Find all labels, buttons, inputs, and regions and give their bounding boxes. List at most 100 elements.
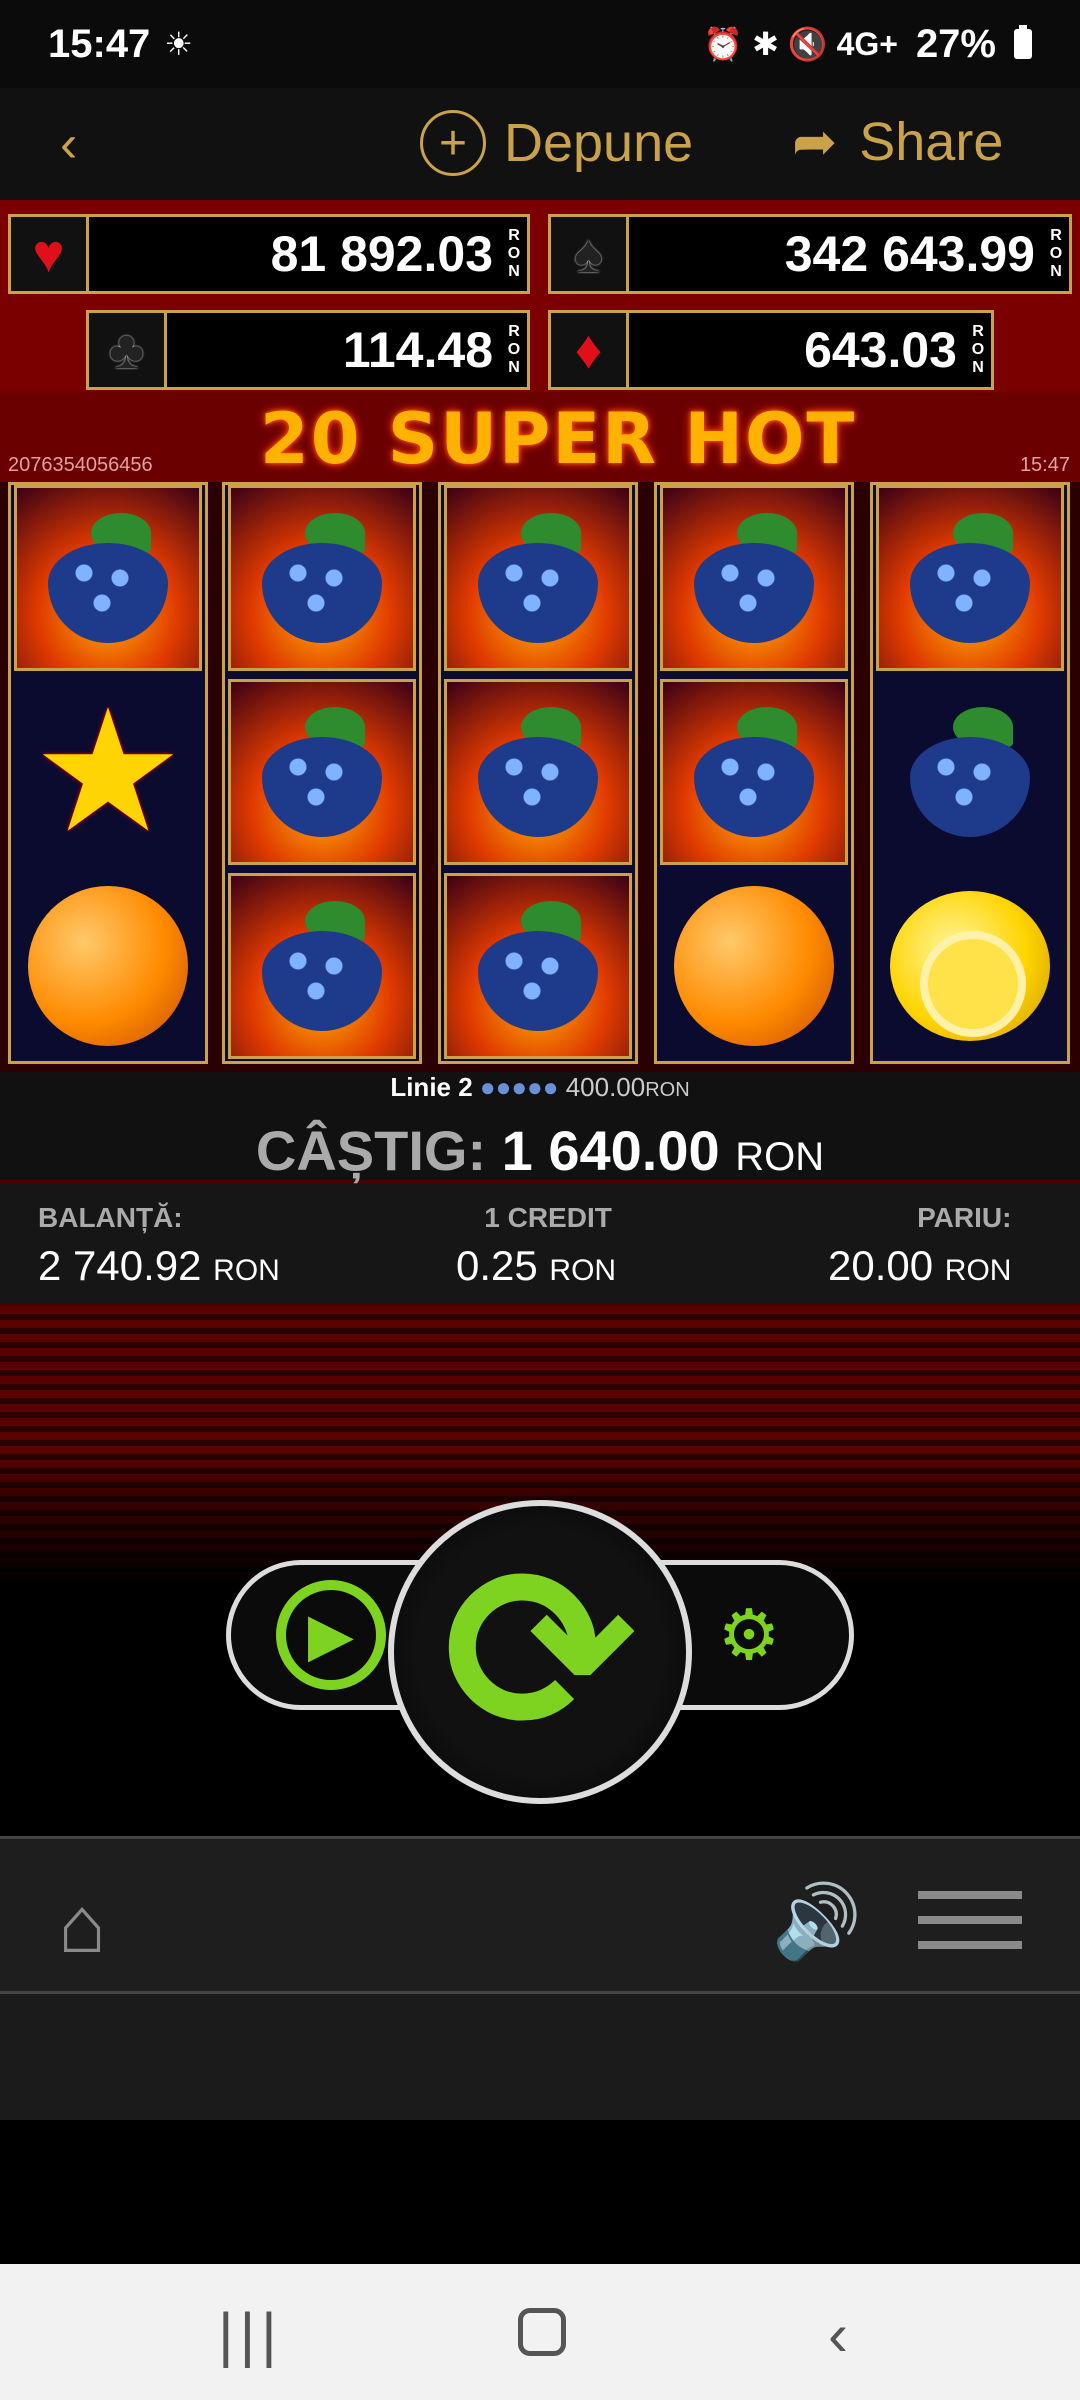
jackpot-diamonds: ♦ 643.03 R O N: [548, 310, 994, 390]
reel-cell: [444, 485, 632, 671]
grape-icon: [247, 513, 397, 643]
gear-icon: ⚙: [717, 1596, 781, 1674]
info-row: BALANȚĂ: 2 740.92 RON 1 CREDIT 0.25 RON …: [0, 1184, 1080, 1304]
spin-button[interactable]: ⟳: [388, 1500, 692, 1804]
jackpot-clubs: ♣ 114.48 R O N: [86, 310, 530, 390]
jackpot-spades: ♠ 342 643.99 R O N: [548, 214, 1072, 294]
game-title: 20 SUPER HOT: [260, 398, 857, 480]
reel-cell: [876, 485, 1064, 671]
grape-icon: [679, 513, 829, 643]
title-row: 20 SUPER HOT: [0, 392, 1080, 482]
battery-percent: 27%: [915, 21, 996, 66]
reel-cell: [228, 679, 416, 865]
balance-currency: RON: [213, 1254, 280, 1287]
credit-label: 1 CREDIT: [484, 1202, 612, 1233]
reel-4: [654, 482, 854, 1064]
bet-value: 20.00: [828, 1242, 934, 1289]
reel-5: [870, 482, 1070, 1064]
jackpot-hearts: ♥ 81 892.03 R O N: [8, 214, 530, 294]
jackpot-spades-value: 342 643.99: [784, 226, 1035, 282]
grape-icon: [247, 901, 397, 1031]
reel-cell: [228, 873, 416, 1059]
jackpot-diamonds-value: 643.03: [804, 322, 957, 378]
win-row: CÂȘTIG: 1 640.00 RON: [0, 1118, 1080, 1182]
star-icon: ★: [31, 677, 185, 867]
reels: ★: [0, 482, 1080, 1072]
jackpot-hearts-value: 81 892.03: [270, 226, 493, 282]
grape-icon: [463, 707, 613, 837]
reel-cell: [660, 485, 848, 671]
deposit-button[interactable]: + Depune: [420, 110, 693, 176]
grape-icon: [247, 707, 397, 837]
spacer-black: [0, 2120, 1080, 2264]
system-home-button[interactable]: [518, 2308, 566, 2356]
grape-icon: [463, 513, 613, 643]
jackpot-currency: R O N: [971, 323, 985, 376]
reel-3: [438, 482, 638, 1064]
controls: ▶ ⚙ ⟳: [0, 1450, 1080, 1840]
deposit-label: Depune: [504, 113, 694, 173]
autoplay-icon: ▶: [276, 1580, 386, 1690]
status-bar: 15:47 ☀ ⏰ ✱ 🔇 4G+ 27%: [0, 0, 1080, 88]
reel-cell: [660, 679, 848, 865]
share-button[interactable]: ➦ Share: [792, 110, 1003, 173]
sound-icon[interactable]: 🔊: [772, 1879, 862, 1964]
win-currency: RON: [735, 1135, 825, 1179]
reel-cell: ★: [14, 677, 202, 867]
back-button[interactable]: ‹: [60, 114, 77, 174]
win-line-info: Linie 2 ●●●●● 400.00RON: [0, 1072, 1080, 1118]
balance-value: 2 740.92: [38, 1242, 202, 1289]
jackpot-currency: R O N: [507, 227, 521, 280]
bet-currency: RON: [944, 1254, 1012, 1287]
bottom-toolbar: ⌂ 🔊: [0, 1836, 1080, 1994]
jackpot-currency: R O N: [507, 323, 521, 376]
status-right: ⏰ ✱ 🔇 4G+ 27%: [703, 22, 1032, 67]
reel-cell: [14, 485, 202, 671]
share-arrow-icon: ➦: [792, 112, 838, 172]
battery-icon: [1014, 25, 1032, 59]
credit-block: 1 CREDIT 0.25 RON: [456, 1202, 616, 1290]
heart-icon: ♥: [11, 217, 89, 291]
reel-2: [222, 482, 422, 1064]
reel-cell: [228, 485, 416, 671]
win-line-amount: 400.00: [565, 1072, 646, 1102]
home-icon[interactable]: ⌂: [58, 1879, 106, 1971]
game-time: 15:47: [1019, 454, 1070, 476]
jackpot-clubs-value: 114.48: [342, 322, 493, 378]
reel-cell: [876, 679, 1064, 865]
reel-cell: [444, 873, 632, 1059]
orange-icon: [28, 886, 188, 1046]
club-icon: ♣: [89, 313, 167, 387]
balance-block: BALANȚĂ: 2 740.92 RON: [38, 1202, 280, 1290]
grape-mini-icons: ●●●●●: [479, 1072, 559, 1102]
lemon-icon: [890, 891, 1050, 1041]
grape-icon: [895, 707, 1045, 837]
reel-cell: [876, 873, 1064, 1059]
system-back-button[interactable]: ‹: [828, 2300, 848, 2369]
menu-icon[interactable]: [918, 1891, 1022, 1949]
win-label: CÂȘTIG:: [255, 1119, 487, 1182]
jackpot-currency: R O N: [1049, 227, 1063, 280]
credit-currency: RON: [549, 1254, 617, 1287]
recents-button[interactable]: |||: [218, 2300, 283, 2369]
reel-cell: [660, 873, 848, 1059]
game-area: ♥ 81 892.03 R O N ♠ 342 643.99 R O N ♣ 1…: [0, 200, 1080, 1840]
reel-cell: [444, 679, 632, 865]
reel-1: ★: [8, 482, 208, 1064]
credit-value: 0.25: [456, 1242, 538, 1289]
jackpot-panel: ♥ 81 892.03 R O N ♠ 342 643.99 R O N ♣ 1…: [0, 200, 1080, 392]
balance-label: BALANȚĂ:: [38, 1202, 183, 1233]
top-nav: ‹ + Depune ➦ Share: [0, 88, 1080, 200]
bet-label: PARIU:: [917, 1202, 1012, 1233]
plus-circle-icon: +: [420, 110, 486, 176]
share-label: Share: [859, 111, 1004, 172]
win-amount: 1 640.00: [501, 1119, 720, 1182]
win-line-currency: RON: [645, 1079, 690, 1101]
ticket-id: 2076354056456: [8, 454, 153, 476]
orange-icon: [674, 886, 834, 1046]
reel-cell: [14, 873, 202, 1059]
bet-block[interactable]: PARIU: 20.00 RON: [828, 1202, 1011, 1290]
grape-icon: [895, 513, 1045, 643]
win-line-label: Linie 2: [390, 1072, 473, 1102]
spin-icon: ⟳: [443, 1523, 637, 1780]
